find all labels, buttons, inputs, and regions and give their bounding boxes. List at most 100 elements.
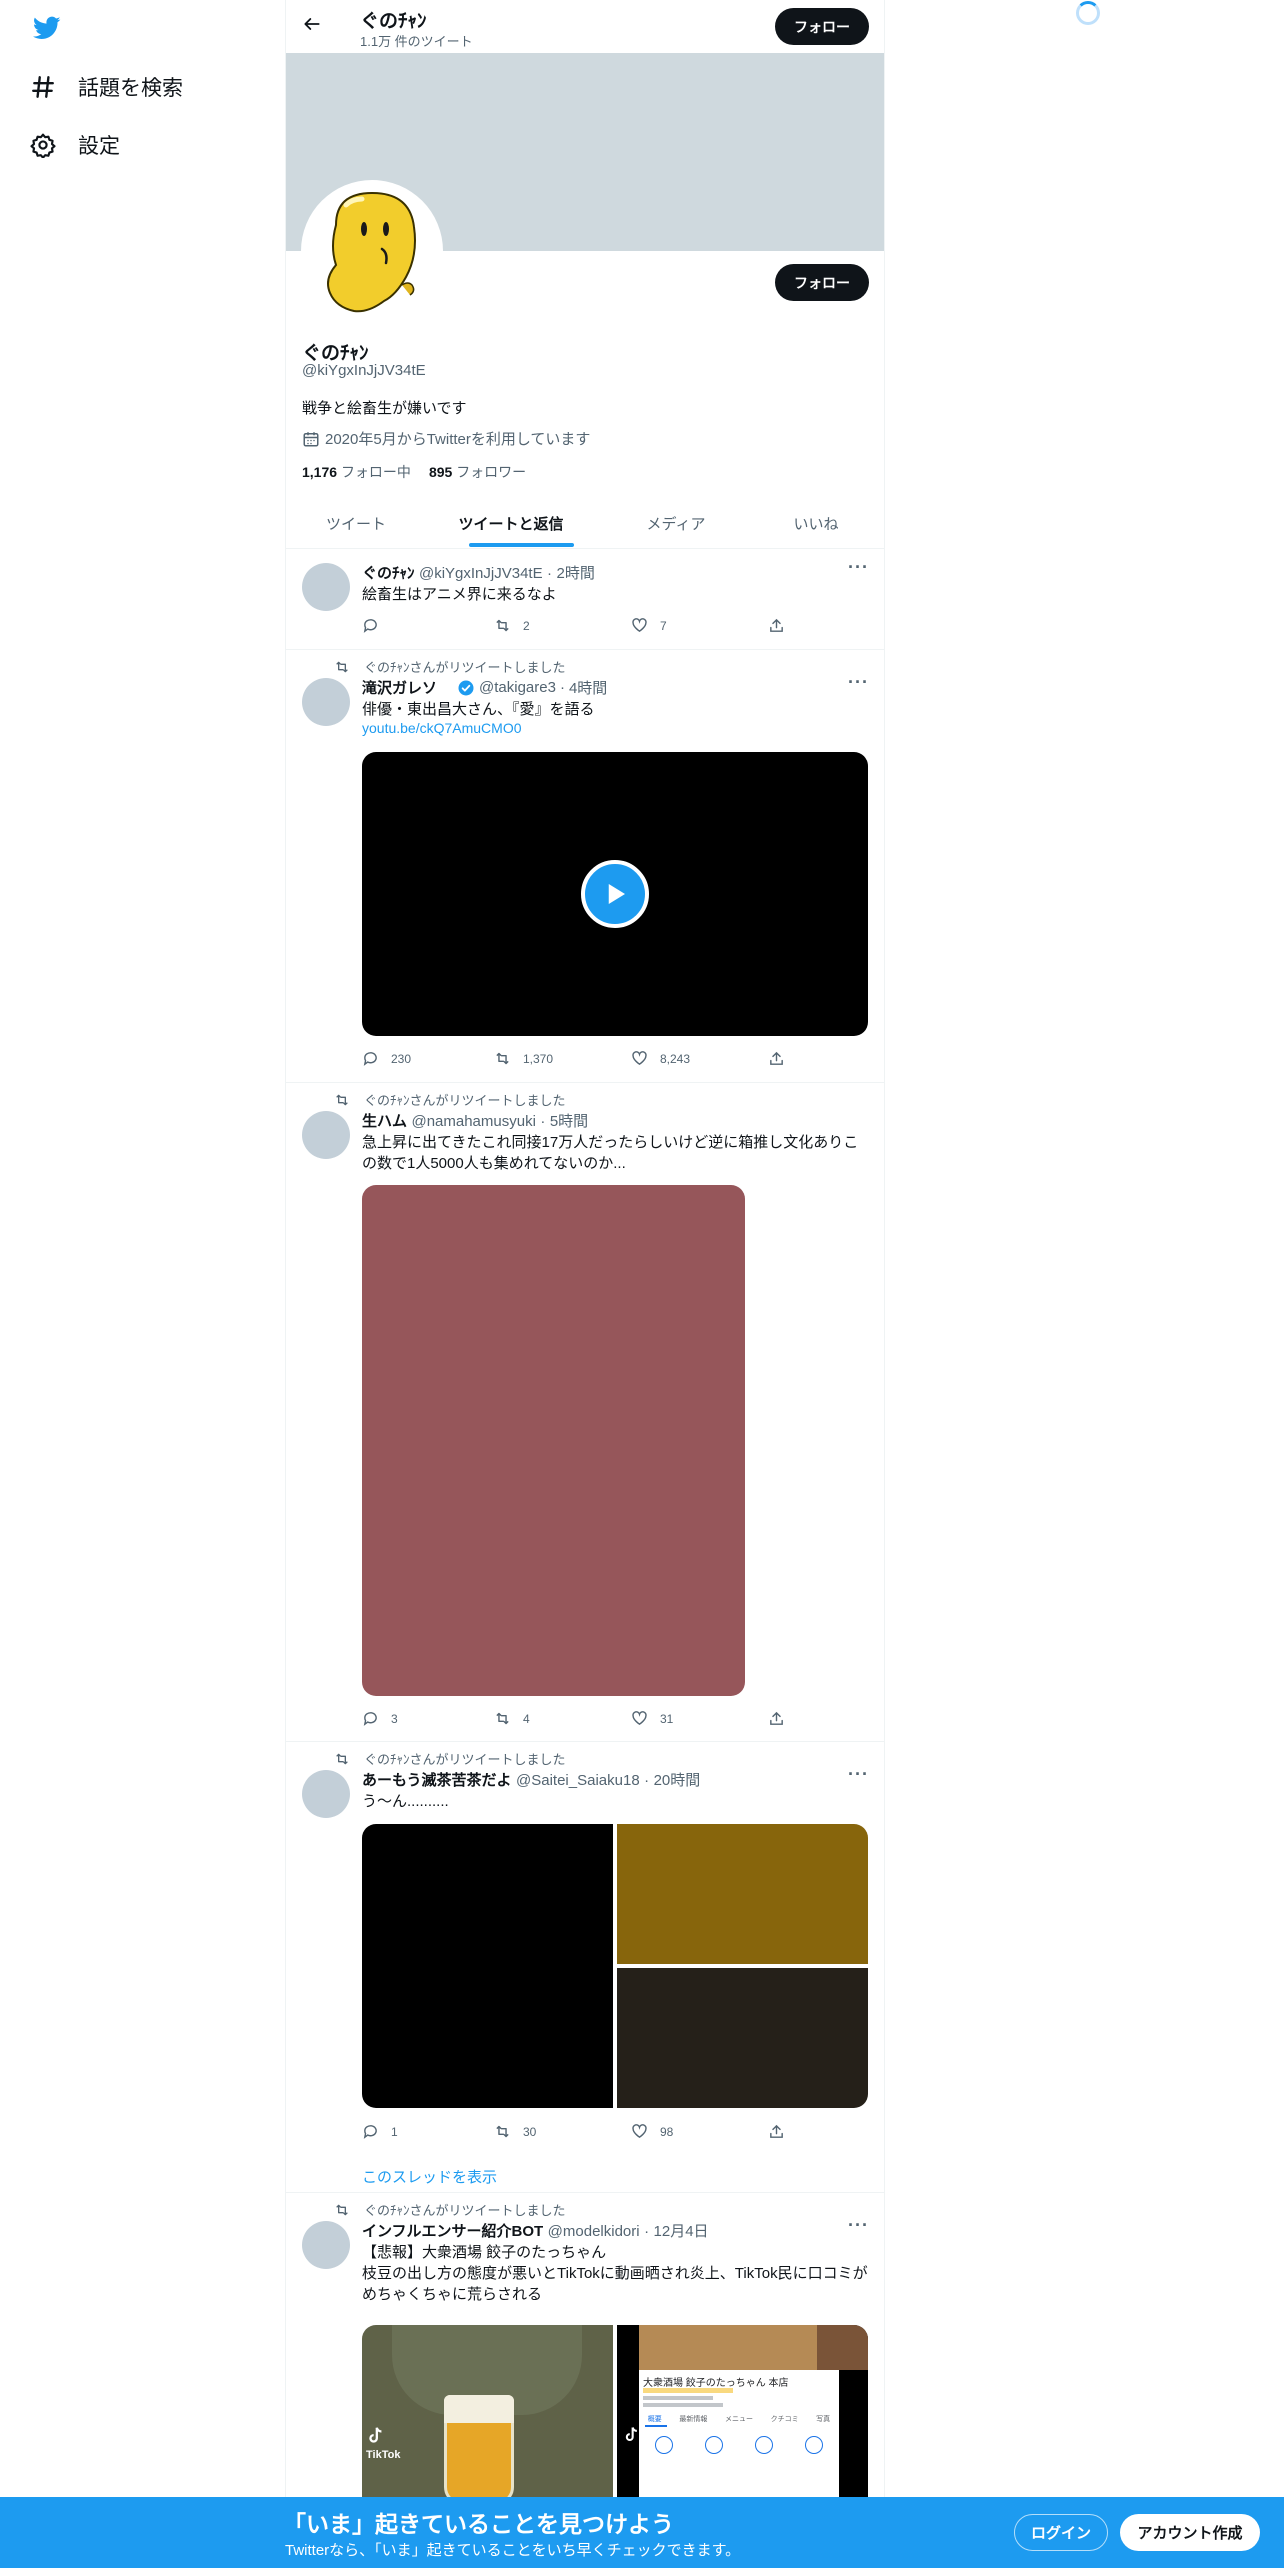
profile-avatar[interactable]	[301, 180, 443, 322]
share-button[interactable]	[768, 2123, 797, 2140]
reply-count: 1	[391, 2124, 398, 2139]
retweet-icon	[336, 1753, 348, 1764]
author-name[interactable]: 滝沢ガレソ	[362, 677, 437, 698]
share-button[interactable]	[768, 1710, 797, 1727]
tweet-image[interactable]	[362, 1185, 745, 1696]
tweet-link[interactable]: youtu.be/ckQ7AmuCMO0	[362, 720, 522, 736]
show-thread-link[interactable]: このスレッドを表示	[362, 2166, 497, 2187]
more-options-icon[interactable]: ···	[848, 557, 869, 578]
more-options-icon[interactable]: ···	[848, 2215, 869, 2236]
login-button[interactable]: ログイン	[1014, 2514, 1108, 2551]
author-handle[interactable]: @namahamusyuki	[411, 1113, 535, 1130]
avatar[interactable]	[302, 678, 350, 726]
sidebar-item-explore[interactable]: 話題を検索	[30, 72, 183, 102]
retweeted-by-text[interactable]: ぐのﾁｬﾝさんがリツイートしました	[364, 1090, 566, 1109]
like-count: 31	[660, 1711, 674, 1726]
author-handle[interactable]: @modelkidori	[548, 2223, 640, 2240]
avatar[interactable]	[302, 1111, 350, 1159]
author-name[interactable]: ぐのﾁｬﾝ	[362, 565, 415, 582]
author-name[interactable]: 生ハム	[362, 1113, 407, 1130]
retweet-icon	[336, 2204, 348, 2215]
author-handle[interactable]: @Saitei_Saiaku18	[516, 1772, 640, 1789]
header-tweet-count: 1.1万 件のツイート	[360, 34, 473, 49]
author-name[interactable]: あーもう滅茶苦茶だよ	[362, 1772, 512, 1789]
tab-media[interactable]: メディア	[606, 513, 746, 534]
share-button[interactable]	[768, 1050, 797, 1067]
tweet-image[interactable]	[617, 1824, 868, 1964]
tweet-time[interactable]: 12月4日	[654, 2223, 709, 2240]
retweet-button[interactable]: 30	[494, 2123, 536, 2140]
play-icon[interactable]	[581, 860, 649, 928]
image-grid	[362, 1824, 868, 2108]
header-follow-button[interactable]: フォロー	[775, 8, 869, 45]
following-link[interactable]: 1,176 フォロー中	[302, 462, 411, 482]
image-grid: TikTok 大衆酒場 餃子のたっちゃん 本店 概要 最新情報 メニュー クチコ…	[362, 2325, 868, 2497]
author-name[interactable]: インフルエンサー紹介BOT	[362, 2223, 543, 2240]
reply-button[interactable]: 1	[362, 2123, 398, 2140]
like-button[interactable]: 31	[631, 1710, 673, 1727]
reply-button[interactable]: 230	[362, 1050, 411, 1067]
profile-follow-button[interactable]: フォロー	[775, 264, 869, 301]
reply-button[interactable]	[362, 617, 391, 634]
more-options-icon[interactable]: ···	[848, 1764, 869, 1785]
tweet-text-line: 枝豆の出し方の態度が悪いとTikTokに動画晒され炎上、TikTok民に口コミが	[362, 2265, 868, 2282]
retweeted-by-text[interactable]: ぐのﾁｬﾝさんがリツイートしました	[364, 2200, 566, 2219]
like-button[interactable]: 98	[631, 2123, 673, 2140]
tweet-4[interactable]: ぐのﾁｬﾝさんがリツイートしました あーもう滅茶苦茶だよ @Saitei_Sai…	[286, 1742, 884, 2192]
like-button[interactable]: 8,243	[631, 1050, 690, 1067]
signup-banner: 「いま」起きていることを見つけよう Twitterなら、「いま」起きていることを…	[0, 2497, 1284, 2568]
following-label: フォロー中	[340, 464, 411, 480]
tweet-image[interactable]: TikTok	[362, 2325, 613, 2497]
signup-button[interactable]: アカウント作成	[1120, 2514, 1260, 2551]
header-profile-name: ぐのﾁｬﾝ	[360, 11, 427, 32]
tweet-image[interactable]: 大衆酒場 餃子のたっちゃん 本店 概要 最新情報 メニュー クチコミ 写真	[617, 2325, 868, 2497]
retweet-button[interactable]: 4	[494, 1710, 530, 1727]
banner-title: 「いま」起きていることを見つけよう	[283, 2511, 674, 2537]
place-card-tab: 最新情報	[679, 2416, 708, 2423]
tweet-time[interactable]: 4時間	[569, 677, 607, 698]
tweet-2[interactable]: ぐのﾁｬﾝさんがリツイートしました 滝沢ガレソ @takigare3 · 4時間…	[286, 650, 884, 1082]
avatar[interactable]	[302, 563, 350, 611]
retweet-count: 30	[523, 2124, 537, 2139]
tweet-time[interactable]: 20時間	[654, 1772, 701, 1789]
tweet-time[interactable]: 2時間	[557, 565, 595, 582]
author-handle[interactable]: @takigare3	[479, 679, 556, 696]
sidebar-item-settings[interactable]: 設定	[30, 130, 120, 160]
place-card-tab: クチコミ	[770, 2416, 799, 2423]
avatar[interactable]	[302, 2221, 350, 2269]
tweet-header: インフルエンサー紹介BOT @modelkidori · 12月4日	[362, 2223, 709, 2240]
more-options-icon[interactable]: ···	[848, 672, 869, 693]
tweet-header: あーもう滅茶苦茶だよ @Saitei_Saiaku18 · 20時間	[362, 1772, 701, 1789]
tweet-time[interactable]: 5時間	[550, 1113, 588, 1130]
profile-join-date: 2020年5月からTwitterを利用しています	[302, 428, 590, 449]
reply-button[interactable]: 3	[362, 1710, 398, 1727]
author-handle[interactable]: @kiYgxInJjJV34tE	[419, 565, 543, 582]
retweeted-by-text[interactable]: ぐのﾁｬﾝさんがリツイートしました	[364, 1749, 566, 1768]
avatar[interactable]	[302, 1770, 350, 1818]
retweeted-by-text[interactable]: ぐのﾁｬﾝさんがリツイートしました	[364, 657, 566, 676]
retweet-count: 4	[523, 1711, 530, 1726]
tweet-3[interactable]: ぐのﾁｬﾝさんがリツイートしました 生ハム @namahamusyuki · 5…	[286, 1083, 884, 1741]
back-arrow-icon[interactable]	[302, 14, 322, 39]
retweet-context: ぐのﾁｬﾝさんがリツイートしました	[334, 1749, 566, 1768]
twitter-bird-icon[interactable]	[30, 14, 64, 42]
share-button[interactable]	[768, 617, 797, 634]
tweet-5[interactable]: ぐのﾁｬﾝさんがリツイートしました インフルエンサー紹介BOT @modelki…	[286, 2193, 884, 2497]
video-player[interactable]	[362, 752, 868, 1036]
followers-link[interactable]: 895 フォロワー	[429, 462, 526, 482]
retweet-context: ぐのﾁｬﾝさんがリツイートしました	[334, 2200, 566, 2219]
profile-bio: 戦争と絵畜生が嫌いです	[302, 400, 467, 417]
retweet-button[interactable]: 2	[494, 617, 530, 634]
gear-icon	[30, 133, 56, 158]
tab-likes[interactable]: いいね	[761, 513, 871, 534]
tab-tweets[interactable]: ツイート	[286, 513, 426, 534]
tweet-1[interactable]: ぐのﾁｬﾝ @kiYgxInJjJV34tE · 2時間 ··· 絵畜生はアニメ…	[286, 549, 884, 649]
tweet-image[interactable]	[362, 1824, 613, 2108]
like-button[interactable]: 7	[631, 617, 667, 634]
retweet-button[interactable]: 1,370	[494, 1050, 553, 1067]
heart-icon	[632, 618, 647, 633]
share-icon	[770, 1051, 783, 1065]
tweet-image[interactable]	[617, 1968, 868, 2108]
tab-tweets-and-replies[interactable]: ツイートと返信	[436, 513, 586, 534]
follow-stats: 1,176 フォロー中 895 フォロワー	[302, 462, 526, 482]
